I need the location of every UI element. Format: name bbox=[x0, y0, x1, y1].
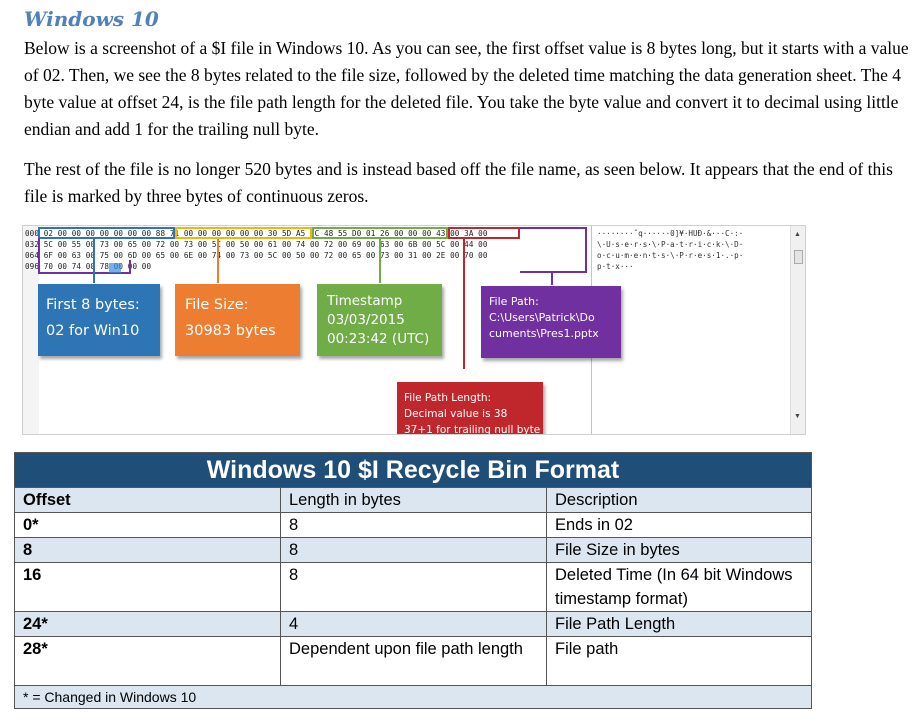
cell-length: Dependent upon file path length bbox=[280, 636, 547, 686]
path-highlight-sides bbox=[38, 238, 587, 262]
table-footnote: * = Changed in Windows 10 bbox=[14, 685, 812, 709]
callout-path-length: File Path Length: Decimal value is 38 37+1… bbox=[397, 382, 543, 434]
paragraph-intro: Below is a screenshot of a $I file in Wi… bbox=[24, 38, 909, 139]
section-heading: Windows 10 bbox=[24, 7, 159, 31]
table-row: 28* Dependent upon file path length File… bbox=[14, 636, 812, 686]
ascii-row: p·t·x··· bbox=[597, 262, 634, 271]
callout-first-bytes: First 8 bytes: 02 for Win10 bbox=[38, 284, 160, 356]
cell-length: 8 bbox=[280, 562, 547, 612]
cell-description: File Path Length bbox=[546, 611, 812, 637]
table-row: 0* 8 Ends in 02 bbox=[14, 512, 812, 538]
hex-editor-screenshot: 000 02 00 00 00 00 00 00 00 88 71 00 00 … bbox=[22, 225, 806, 435]
scroll-down-icon[interactable]: ▼ bbox=[794, 412, 801, 420]
cell-offset: 0* bbox=[14, 512, 281, 538]
header-description: Description bbox=[546, 487, 812, 513]
table-row: 16 8 Deleted Time (In 64 bit Windows tim… bbox=[14, 562, 812, 612]
ascii-row: \·U·s·e·r·s·\·P·a·t·r·i·c·k·\·D· bbox=[597, 240, 744, 249]
table-title: Windows 10 $I Recycle Bin Format bbox=[14, 452, 812, 488]
cell-offset: 8 bbox=[14, 537, 281, 563]
ascii-row: ········ˆq······0]¥·HUÐ·&···C·:· bbox=[597, 229, 744, 238]
table-header-row: Offset Length in bytes Description bbox=[14, 487, 812, 513]
vertical-scrollbar[interactable]: ▲ ▼ bbox=[790, 226, 805, 434]
cell-description: Ends in 02 bbox=[546, 512, 812, 538]
table-footnote-row: * = Changed in Windows 10 bbox=[14, 685, 812, 709]
cursor-highlight bbox=[109, 263, 121, 273]
callout-file-path: File Path: C:\Users\Patrick\Do cuments\Pre… bbox=[481, 286, 621, 358]
arrow-size bbox=[217, 239, 219, 283]
cell-description: File Size in bytes bbox=[546, 537, 812, 563]
cell-length: 8 bbox=[280, 537, 547, 563]
arrow-timestamp bbox=[379, 239, 381, 283]
cell-length: 4 bbox=[280, 611, 547, 637]
cell-length: 8 bbox=[280, 512, 547, 538]
paragraph-rest: The rest of the file is no longer 520 by… bbox=[24, 159, 893, 206]
arrow-path bbox=[551, 273, 553, 285]
cell-description: File path bbox=[546, 636, 812, 686]
ascii-row: o·c·u·m·e·n·t·s·\·P·r·e·s·1·.·p· bbox=[597, 251, 744, 260]
recycle-bin-format-table: Windows 10 $I Recycle Bin Format Offset … bbox=[14, 452, 812, 709]
cell-offset: 16 bbox=[14, 562, 281, 612]
arrow-first bbox=[93, 239, 95, 283]
callout-file-size: File Size: 30983 bytes bbox=[175, 284, 300, 356]
cell-offset: 28* bbox=[14, 636, 281, 686]
table-row: 8 8 File Size in bytes bbox=[14, 537, 812, 563]
callout-timestamp: Timestamp 03/03/2015 00:23:42 (UTC) bbox=[317, 284, 442, 356]
scroll-up-icon[interactable]: ▲ bbox=[794, 230, 801, 238]
table-row: 24* 4 File Path Length bbox=[14, 611, 812, 637]
scroll-thumb[interactable] bbox=[794, 250, 803, 264]
header-length: Length in bytes bbox=[280, 487, 547, 513]
cell-offset: 24* bbox=[14, 611, 281, 637]
arrow-length bbox=[463, 239, 465, 369]
header-offset: Offset bbox=[14, 487, 281, 513]
cell-description: Deleted Time (In 64 bit Windows timestam… bbox=[546, 562, 812, 612]
